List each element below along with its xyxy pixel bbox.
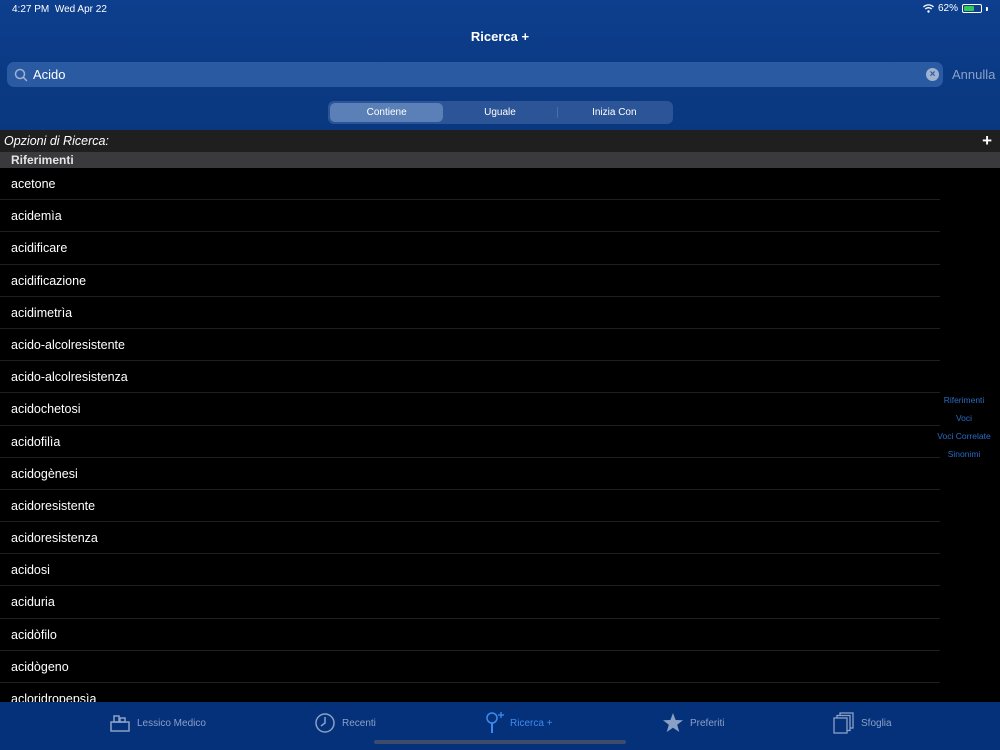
status-time: 4:27 PM Wed Apr 22: [12, 4, 107, 15]
books-icon: [110, 715, 130, 732]
result-label: acidimetrìa: [11, 305, 73, 320]
cancel-button[interactable]: Annulla: [952, 67, 995, 82]
index-item[interactable]: Riferimenti: [932, 394, 996, 412]
result-label: acidificare: [11, 241, 68, 256]
result-label: acidochetosi: [11, 402, 81, 417]
result-label: acetone: [11, 177, 56, 191]
battery-tip: [986, 6, 988, 11]
search-icon: [14, 68, 28, 81]
battery-icon: [962, 4, 982, 13]
tab-sfoglia[interactable]: Sfoglia: [833, 709, 892, 737]
segment-inizia-con[interactable]: Inizia Con: [558, 103, 671, 122]
result-label: acloridropepsìa: [11, 692, 97, 702]
tab-lessico-medico[interactable]: Lessico Medico: [109, 709, 206, 737]
star-icon: [663, 713, 683, 732]
result-row[interactable]: acidimetrìa: [0, 297, 1000, 329]
status-right: 62%: [923, 3, 988, 14]
add-option-button[interactable]: +: [982, 131, 992, 151]
results-list: acetone acidemìa acidificare acidificazione…: [0, 168, 1000, 702]
tab-label: Preferiti: [690, 717, 725, 729]
index-item[interactable]: Voci: [932, 412, 996, 430]
wifi-icon: [923, 4, 934, 13]
pages-icon: [833, 712, 854, 734]
search-input[interactable]: [33, 67, 926, 82]
tab-label: Ricerca +: [510, 717, 553, 729]
section-header: Riferimenti: [0, 152, 1000, 168]
result-row[interactable]: acido-alcolresistente: [0, 329, 1000, 362]
result-row[interactable]: acidoresistenza: [0, 522, 1000, 555]
result-label: acidòfilo: [11, 627, 57, 642]
result-row[interactable]: acidemìa: [0, 200, 1000, 233]
clock-icon: [315, 713, 335, 733]
result-row[interactable]: acetone: [0, 168, 1000, 201]
result-label: acidògeno: [11, 659, 69, 674]
home-indicator: [374, 740, 626, 744]
segment-uguale[interactable]: Uguale: [443, 103, 556, 122]
search-field[interactable]: ×: [7, 62, 943, 87]
result-row[interactable]: acidosi: [0, 554, 1000, 587]
result-row[interactable]: acidofilìa: [0, 426, 1000, 458]
result-row[interactable]: acido-alcolresistenza: [0, 361, 1000, 394]
result-label: acidofilìa: [11, 434, 61, 449]
result-row[interactable]: acidòfilo: [0, 619, 1000, 651]
result-row[interactable]: acidògeno: [0, 651, 1000, 683]
search-options-bar[interactable]: Opzioni di Ricerca: +: [0, 130, 1000, 152]
tab-label: Recenti: [342, 717, 376, 729]
app-header: 4:27 PM Wed Apr 22 62% Ricerca + × Annul…: [0, 0, 1000, 130]
battery-percent: 62%: [937, 3, 958, 14]
search-mode-control: Contiene Uguale Inizia Con: [328, 101, 673, 124]
tab-recenti[interactable]: Recenti: [314, 709, 376, 737]
section-title: Riferimenti: [11, 153, 74, 167]
result-label: acidoresistenza: [11, 531, 98, 546]
page-title: Ricerca +: [470, 29, 530, 44]
result-row[interactable]: acidoresistente: [0, 490, 1000, 523]
result-label: acidemìa: [11, 209, 62, 224]
search-options-label: Opzioni di Ricerca:: [4, 134, 109, 148]
result-label: acido-alcolresistenza: [11, 370, 128, 385]
tab-preferiti[interactable]: Preferiti: [662, 709, 724, 737]
status-bar: 4:27 PM Wed Apr 22 62%: [0, 0, 1000, 20]
result-label: acidogènesi: [11, 466, 78, 481]
clear-search-button[interactable]: ×: [926, 68, 939, 81]
result-row[interactable]: acidochetosi: [0, 393, 1000, 426]
result-row[interactable]: aciduria: [0, 586, 1000, 619]
result-row[interactable]: acloridropepsìa: [0, 683, 1000, 702]
tab-label: Sfoglia: [861, 717, 892, 729]
result-row[interactable]: acidificazione: [0, 265, 1000, 297]
index-item[interactable]: Voci Correlate: [932, 430, 996, 448]
result-label: acidosi: [11, 563, 50, 578]
result-row[interactable]: acidogènesi: [0, 458, 1000, 490]
segment-contiene[interactable]: Contiene: [330, 103, 444, 122]
result-label: acidoresistente: [11, 498, 96, 513]
search-plus-icon: [486, 712, 504, 733]
result-label: acido-alcolresistente: [11, 337, 125, 352]
tab-label: Lessico Medico: [137, 717, 206, 729]
section-index: Riferimenti Voci Voci Correlate Sinonimi: [932, 394, 996, 466]
result-label: aciduria: [11, 595, 55, 610]
result-label: acidificazione: [11, 273, 87, 288]
result-row[interactable]: acidificare: [0, 232, 1000, 265]
index-item[interactable]: Sinonimi: [932, 448, 996, 466]
tab-ricerca-plus[interactable]: Ricerca +: [484, 709, 553, 737]
